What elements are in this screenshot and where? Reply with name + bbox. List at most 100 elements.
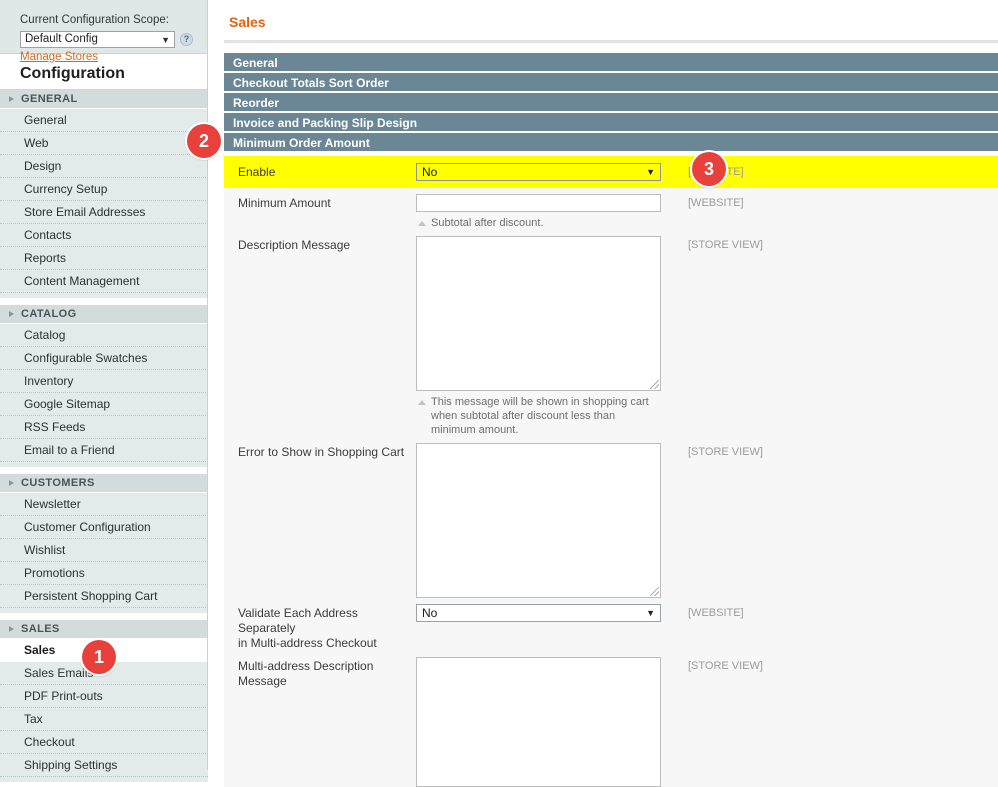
triangle-up-icon bbox=[418, 400, 426, 405]
field-control-enable: No ▼ bbox=[416, 163, 664, 181]
sidebar-item-google-sitemap[interactable]: Google Sitemap bbox=[0, 393, 208, 416]
title-divider bbox=[224, 40, 998, 43]
field-control-description-message: This message will be shown in shopping c… bbox=[416, 236, 664, 437]
field-label-description-message: Description Message bbox=[238, 238, 351, 252]
field-label-line2: Message bbox=[238, 674, 287, 688]
field-row-error-message: Error to Show in Shopping Cart [STORE VI… bbox=[224, 437, 998, 598]
main-content: Sales General Checkout Totals Sort Order… bbox=[208, 0, 998, 787]
nav-group-label: SALES bbox=[21, 623, 60, 635]
sidebar-item-customer-configuration[interactable]: Customer Configuration bbox=[0, 516, 208, 539]
hint-description-message: This message will be shown in shopping c… bbox=[416, 391, 661, 437]
configuration-scope-panel: Current Configuration Scope: Default Con… bbox=[0, 0, 208, 63]
sidebar-item-content-management[interactable]: Content Management bbox=[0, 270, 208, 293]
step-badge-1: 1 bbox=[82, 640, 116, 674]
minimum-order-amount-form: Enable No ▼ [WEBSITE] Minimum Amount Sub… bbox=[224, 156, 998, 787]
field-label-line1: Multi-address Description bbox=[238, 659, 374, 673]
field-label-minimum-amount: Minimum Amount bbox=[238, 196, 331, 210]
sidebar-item-newsletter[interactable]: Newsletter bbox=[0, 493, 208, 516]
scope-select[interactable]: Default Config ▼ bbox=[20, 31, 175, 48]
field-label-line2: in Multi-address Checkout bbox=[238, 636, 377, 650]
section-checkout-totals-sort-order[interactable]: Checkout Totals Sort Order bbox=[224, 73, 998, 93]
enable-select[interactable]: No ▼ bbox=[416, 163, 661, 181]
sidebar-item-general[interactable]: General bbox=[0, 109, 208, 132]
sidebar-item-shipping-settings[interactable]: Shipping Settings bbox=[0, 754, 208, 777]
sidebar-item-wishlist[interactable]: Wishlist bbox=[0, 539, 208, 562]
nav-items-general: General Web Design Currency Setup Store … bbox=[0, 109, 208, 298]
triangle-up-icon bbox=[418, 221, 426, 226]
nav-group-header-sales[interactable]: SALES bbox=[0, 620, 208, 639]
field-control-multi-address-description bbox=[416, 657, 664, 787]
hint-minimum-amount: Subtotal after discount. bbox=[416, 212, 661, 230]
field-scope-description-message: [STORE VIEW] bbox=[688, 239, 763, 251]
nav-group-label: GENERAL bbox=[21, 93, 78, 105]
field-control-error-message bbox=[416, 443, 664, 598]
field-scope-error-message: [STORE VIEW] bbox=[688, 446, 763, 458]
section-invoice-and-packing-slip-design[interactable]: Invoice and Packing Slip Design bbox=[224, 113, 998, 133]
enable-select-value: No bbox=[422, 165, 438, 179]
sidebar-item-currency-setup[interactable]: Currency Setup bbox=[0, 178, 208, 201]
error-message-textarea[interactable] bbox=[416, 443, 661, 598]
sidebar-item-design[interactable]: Design bbox=[0, 155, 208, 178]
sidebar-item-store-email-addresses[interactable]: Store Email Addresses bbox=[0, 201, 208, 224]
sidebar-item-rss-feeds[interactable]: RSS Feeds bbox=[0, 416, 208, 439]
sidebar-item-persistent-shopping-cart[interactable]: Persistent Shopping Cart bbox=[0, 585, 208, 608]
step-badge-3: 3 bbox=[692, 152, 726, 186]
nav-group-header-catalog[interactable]: CATALOG bbox=[0, 305, 208, 324]
sidebar-item-contacts[interactable]: Contacts bbox=[0, 224, 208, 247]
triangle-right-icon bbox=[9, 311, 14, 317]
section-general[interactable]: General bbox=[224, 53, 998, 73]
validate-each-address-select[interactable]: No ▼ bbox=[416, 604, 661, 622]
sidebar-item-reports[interactable]: Reports bbox=[0, 247, 208, 270]
manage-stores-link[interactable]: Manage Stores bbox=[20, 51, 98, 63]
field-row-minimum-amount: Minimum Amount Subtotal after discount. … bbox=[224, 188, 998, 230]
resize-handle[interactable] bbox=[650, 587, 659, 596]
sidebar-item-web[interactable]: Web bbox=[0, 132, 208, 155]
triangle-right-icon bbox=[9, 96, 14, 102]
section-minimum-order-amount[interactable]: Minimum Order Amount bbox=[224, 133, 998, 153]
configuration-page: Current Configuration Scope: Default Con… bbox=[0, 0, 998, 787]
multi-address-description-textarea[interactable] bbox=[416, 657, 661, 787]
sidebar-item-configurable-swatches[interactable]: Configurable Swatches bbox=[0, 347, 208, 370]
nav-items-catalog: Catalog Configurable Swatches Inventory … bbox=[0, 324, 208, 467]
sidebar-item-catalog[interactable]: Catalog bbox=[0, 324, 208, 347]
minimum-amount-input[interactable] bbox=[416, 194, 661, 212]
nav-group-label: CATALOG bbox=[21, 308, 77, 320]
field-row-enable: Enable No ▼ [WEBSITE] bbox=[224, 156, 998, 188]
sidebar-item-pdf-print-outs[interactable]: PDF Print-outs bbox=[0, 685, 208, 708]
triangle-right-icon bbox=[9, 626, 14, 632]
chevron-down-icon: ▼ bbox=[646, 608, 655, 618]
sidebar-item-tax[interactable]: Tax bbox=[0, 708, 208, 731]
validate-each-address-value: No bbox=[422, 606, 438, 620]
sidebar-item-promotions[interactable]: Promotions bbox=[0, 562, 208, 585]
nav-group-general: GENERAL General Web Design Currency Setu… bbox=[0, 90, 208, 299]
chevron-down-icon: ▼ bbox=[646, 167, 655, 177]
field-row-validate-each-address: Validate Each Address Separately in Mult… bbox=[224, 598, 998, 651]
nav-group-header-general[interactable]: GENERAL bbox=[0, 90, 208, 109]
help-icon[interactable]: ? bbox=[180, 33, 193, 46]
field-scope-validate-each-address: [WEBSITE] bbox=[688, 607, 744, 619]
nav-group-label: CUSTOMERS bbox=[21, 477, 95, 489]
nav-group-header-customers[interactable]: CUSTOMERS bbox=[0, 474, 208, 493]
scope-select-value: Default Config bbox=[25, 33, 98, 45]
sidebar-item-email-to-a-friend[interactable]: Email to a Friend bbox=[0, 439, 208, 462]
hint-text: Subtotal after discount. bbox=[431, 217, 544, 229]
field-label-enable: Enable bbox=[238, 165, 276, 179]
field-row-multi-address-description: Multi-address Description Message [STORE… bbox=[224, 651, 998, 787]
chevron-down-icon: ▼ bbox=[161, 35, 170, 45]
hint-text-line2: subtotal after discount less than minimu… bbox=[431, 410, 616, 436]
section-reorder[interactable]: Reorder bbox=[224, 93, 998, 113]
nav-group-catalog: CATALOG Catalog Configurable Swatches In… bbox=[0, 305, 208, 468]
field-label-line1: Validate Each Address Separately bbox=[238, 606, 358, 635]
field-label-validate-each-address: Validate Each Address Separately in Mult… bbox=[224, 604, 416, 651]
scope-label: Current Configuration Scope: bbox=[20, 14, 169, 26]
resize-handle[interactable] bbox=[650, 380, 659, 389]
scope-row: Default Config ▼ ? bbox=[20, 31, 198, 48]
sidebar-item-checkout[interactable]: Checkout bbox=[0, 731, 208, 754]
field-label-multi-address-description: Multi-address Description Message bbox=[224, 657, 416, 689]
description-message-textarea[interactable] bbox=[416, 236, 661, 391]
triangle-right-icon bbox=[9, 480, 14, 486]
sidebar-item-inventory[interactable]: Inventory bbox=[0, 370, 208, 393]
field-label-error-message: Error to Show in Shopping Cart bbox=[238, 445, 405, 459]
field-control-minimum-amount: Subtotal after discount. bbox=[416, 194, 664, 230]
nav-group-customers: CUSTOMERS Newsletter Customer Configurat… bbox=[0, 474, 208, 614]
